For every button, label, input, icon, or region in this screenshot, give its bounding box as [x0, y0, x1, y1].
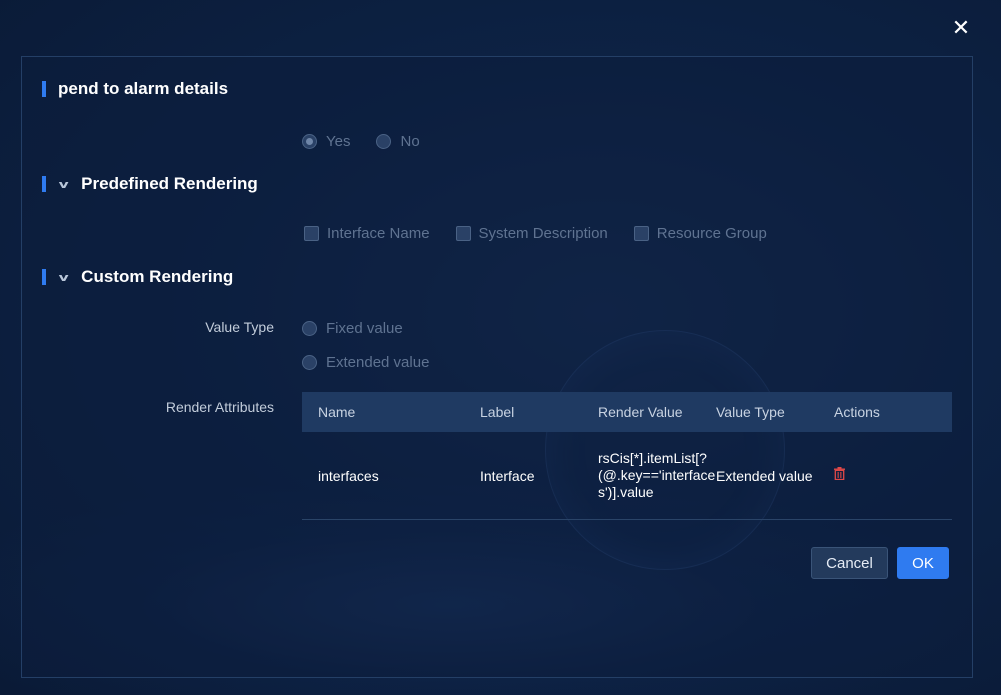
- section-title-custom[interactable]: v Custom Rendering: [42, 267, 233, 287]
- cell-actions: [834, 467, 952, 484]
- custom-rendering-title: Custom Rendering: [81, 267, 234, 286]
- trash-icon-svg[interactable]: [834, 467, 845, 481]
- render-attributes-label: Render Attributes: [165, 399, 274, 415]
- radio-fixed-value[interactable]: Fixed value: [302, 320, 403, 337]
- radio-no-label: No: [400, 133, 420, 150]
- section-title-predefined[interactable]: v Predefined Rendering: [42, 174, 258, 194]
- header-value-type: Value Type: [716, 404, 785, 420]
- cell-name: interfaces: [318, 467, 379, 484]
- chevron-down-icon[interactable]: v: [59, 271, 69, 284]
- table-header: Name Label Render Value Value Type Actio…: [302, 392, 952, 432]
- checkbox-resource-group[interactable]: Resource Group: [633, 225, 767, 242]
- checkbox-label: Resource Group: [656, 225, 767, 242]
- radio-fixed-label: Fixed value: [326, 320, 403, 337]
- radio-yes[interactable]: Yes: [302, 133, 350, 150]
- checkbox-box[interactable]: [304, 226, 319, 241]
- section-marker: [42, 269, 46, 285]
- header-label: Label: [480, 404, 515, 420]
- radio-yes-label: Yes: [326, 133, 351, 150]
- dialog: pend to alarm details Yes No v Predefine…: [21, 56, 973, 678]
- radio-extended-circle[interactable]: [302, 355, 317, 370]
- chevron-down-icon[interactable]: v: [59, 178, 69, 191]
- cell-value-type: Extended value: [716, 467, 813, 484]
- trash-icon[interactable]: [834, 467, 845, 484]
- section-marker: [42, 81, 46, 97]
- cancel-button[interactable]: Cancel: [811, 547, 888, 579]
- append-radio-group: Yes No: [302, 133, 446, 150]
- radio-no[interactable]: No: [376, 133, 420, 150]
- checkbox-box[interactable]: [633, 226, 649, 241]
- checkbox-label: Interface Name: [327, 225, 430, 242]
- predefined-rendering-title: Predefined Rendering: [81, 174, 258, 193]
- cell-render-value: rsCis[*].itemList[?(@.key=='interfaces')…: [598, 450, 716, 500]
- dialog-title: pend to alarm details: [58, 79, 229, 98]
- radio-extended-label: Extended value: [326, 354, 430, 371]
- checkbox-box[interactable]: [455, 226, 471, 241]
- radio-yes-circle[interactable]: [302, 134, 317, 149]
- ok-button[interactable]: OK: [897, 547, 949, 579]
- radio-fixed-circle[interactable]: [302, 321, 317, 336]
- value-type-label: Value Type: [205, 319, 274, 335]
- header-name: Name: [318, 404, 356, 420]
- header-render-value: Render Value: [598, 403, 683, 420]
- render-attributes-table: Name Label Render Value Value Type Actio…: [302, 392, 952, 520]
- checkbox-interface-name[interactable]: Interface Name: [304, 225, 430, 242]
- checkbox-label: System Description: [478, 225, 608, 242]
- radio-no-circle[interactable]: [376, 134, 392, 149]
- header-actions: Actions: [834, 404, 880, 420]
- table-row: interfaces Interface rsCis[*].itemList[?…: [302, 432, 952, 520]
- predefined-checkbox-group: Interface Name System Description Resour…: [304, 225, 793, 242]
- checkbox-system-description[interactable]: System Description: [455, 225, 608, 242]
- radio-extended-value[interactable]: Extended value: [302, 354, 429, 371]
- section-marker: [42, 176, 46, 192]
- close-icon[interactable]: ✕: [950, 18, 972, 40]
- section-title-append: pend to alarm details: [42, 79, 228, 99]
- cell-label: Interface: [480, 467, 535, 484]
